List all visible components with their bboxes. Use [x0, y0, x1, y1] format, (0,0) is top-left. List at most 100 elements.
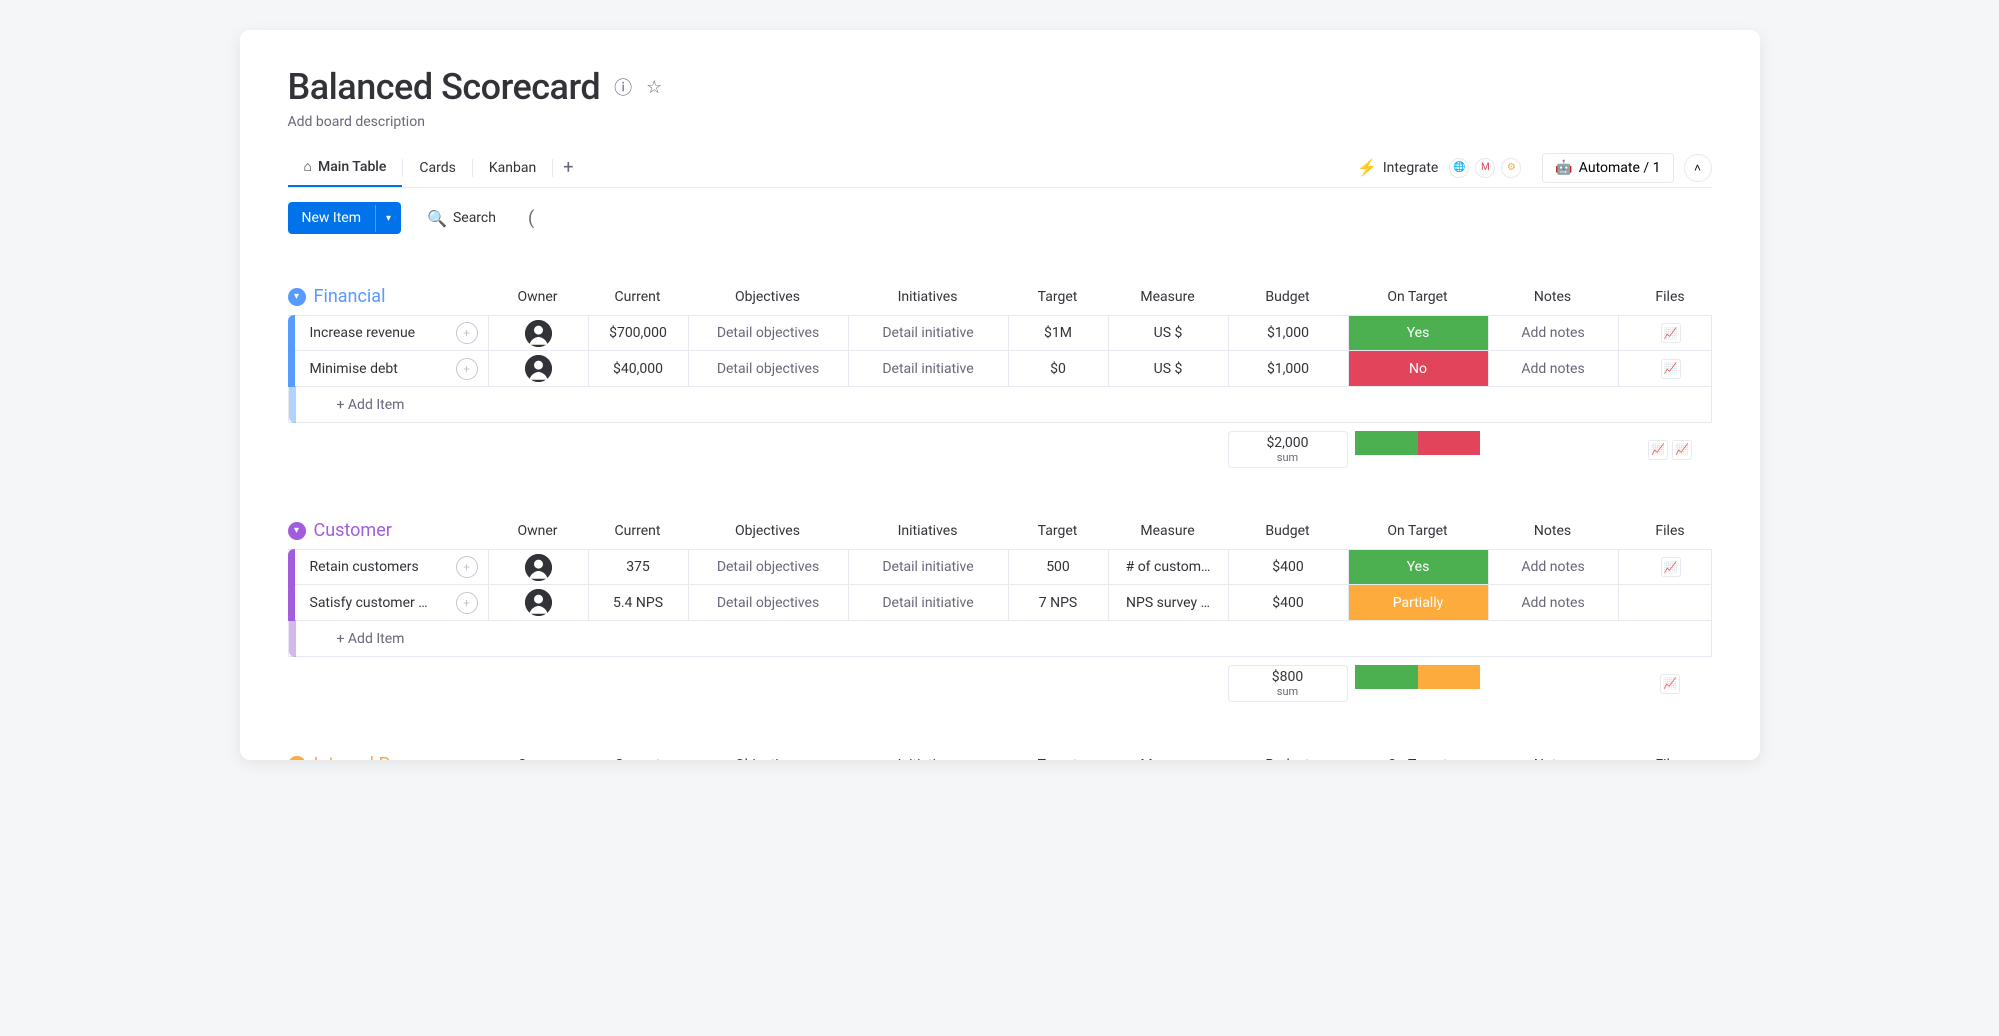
status-distribution-bar[interactable] — [1355, 665, 1480, 689]
cell-on-target[interactable]: Yes — [1348, 550, 1488, 584]
new-item-dropdown-caret[interactable]: ▾ — [375, 205, 401, 232]
cell-measure[interactable]: # of custom… — [1108, 550, 1228, 584]
column-header-owner[interactable]: Owner — [488, 289, 588, 305]
open-updates-icon[interactable]: + — [456, 358, 478, 380]
add-item-row[interactable]: + Add Item — [288, 387, 1712, 423]
cell-files[interactable]: 📈 — [1618, 550, 1723, 584]
column-header-target[interactable]: Target — [1008, 523, 1108, 539]
group-collapse-caret[interactable]: ▾ — [288, 756, 306, 761]
column-header-target[interactable]: Target — [1008, 289, 1108, 305]
column-header-current[interactable]: Current — [588, 289, 688, 305]
column-header-objectives[interactable]: Objectives — [688, 523, 848, 539]
column-header-measure[interactable]: Measure — [1108, 523, 1228, 539]
search-button[interactable]: 🔍 Search — [427, 209, 496, 228]
cell-initiatives[interactable]: Detail initiative — [848, 550, 1008, 584]
column-header-budget[interactable]: Budget — [1228, 289, 1348, 305]
column-header-on-target[interactable]: On Target — [1348, 757, 1488, 761]
cell-budget[interactable]: $400 — [1228, 585, 1348, 620]
favorite-star-icon[interactable]: ☆ — [646, 77, 662, 98]
cell-owner[interactable] — [488, 351, 588, 386]
column-header-files[interactable]: Files — [1618, 523, 1723, 539]
cell-notes[interactable]: Add notes — [1488, 351, 1618, 386]
person-filter-button[interactable]: ( — [528, 208, 534, 229]
status-distribution-bar[interactable] — [1355, 431, 1480, 455]
open-updates-icon[interactable]: + — [456, 592, 478, 614]
cell-current[interactable]: 375 — [588, 550, 688, 584]
cell-notes[interactable]: Add notes — [1488, 585, 1618, 620]
add-item-row[interactable]: + Add Item — [288, 621, 1712, 657]
add-view-button[interactable]: + — [553, 157, 583, 178]
new-item-button[interactable]: New Item ▾ — [288, 202, 402, 234]
column-header-objectives[interactable]: Objectives — [688, 289, 848, 305]
file-thumb[interactable]: 📈 — [1648, 440, 1668, 460]
info-icon[interactable]: ⓘ — [614, 74, 632, 100]
cell-notes[interactable]: Add notes — [1488, 550, 1618, 584]
item-name-cell[interactable]: Increase revenue + — [288, 316, 488, 350]
open-updates-icon[interactable]: + — [456, 556, 478, 578]
integrate-button[interactable]: Integrate — [1383, 160, 1439, 176]
column-header-notes[interactable]: Notes — [1488, 523, 1618, 539]
column-header-target[interactable]: Target — [1008, 757, 1108, 761]
cell-objectives[interactable]: Detail objectives — [688, 316, 848, 350]
cell-objectives[interactable]: Detail objectives — [688, 351, 848, 386]
column-header-files[interactable]: Files — [1618, 289, 1723, 305]
item-name-cell[interactable]: Minimise debt + — [288, 351, 488, 386]
cell-on-target[interactable]: No — [1348, 351, 1488, 386]
column-header-current[interactable]: Current — [588, 757, 688, 761]
tab-kanban[interactable]: Kanban — [473, 150, 552, 186]
column-header-files[interactable]: Files — [1618, 757, 1723, 761]
cell-target[interactable]: 500 — [1008, 550, 1108, 584]
column-header-notes[interactable]: Notes — [1488, 757, 1618, 761]
column-header-owner[interactable]: Owner — [488, 757, 588, 761]
automate-button[interactable]: 🤖 Automate / 1 — [1542, 153, 1673, 183]
group-collapse-caret[interactable]: ▾ — [288, 522, 306, 540]
cell-on-target[interactable]: Yes — [1348, 316, 1488, 350]
column-header-budget[interactable]: Budget — [1228, 523, 1348, 539]
integration-hubspot-icon[interactable]: ⚙ — [1501, 158, 1521, 178]
file-thumb[interactable]: 📈 — [1661, 323, 1681, 343]
column-header-on-target[interactable]: On Target — [1348, 523, 1488, 539]
tab-cards[interactable]: Cards — [403, 150, 471, 186]
column-header-budget[interactable]: Budget — [1228, 757, 1348, 761]
cell-initiatives[interactable]: Detail initiative — [848, 351, 1008, 386]
cell-files[interactable]: 📈 — [1618, 316, 1723, 350]
column-header-initiatives[interactable]: Initiatives — [848, 523, 1008, 539]
column-header-measure[interactable]: Measure — [1108, 757, 1228, 761]
cell-target[interactable]: $0 — [1008, 351, 1108, 386]
cell-files[interactable] — [1618, 585, 1723, 620]
open-updates-icon[interactable]: + — [456, 322, 478, 344]
file-thumb[interactable]: 📈 — [1661, 359, 1681, 379]
group-name[interactable]: Customer — [314, 520, 392, 541]
item-name-cell[interactable]: Satisfy customer … + — [288, 585, 488, 620]
board-description-placeholder[interactable]: Add board description — [288, 114, 1712, 130]
cell-owner[interactable] — [488, 550, 588, 584]
cell-measure[interactable]: US $ — [1108, 351, 1228, 386]
group-name[interactable]: Financial — [314, 286, 386, 307]
cell-budget[interactable]: $1,000 — [1228, 316, 1348, 350]
integration-gmail-icon[interactable]: M — [1475, 158, 1495, 178]
cell-initiatives[interactable]: Detail initiative — [848, 585, 1008, 620]
cell-measure[interactable]: US $ — [1108, 316, 1228, 350]
cell-files[interactable]: 📈 — [1618, 351, 1723, 386]
cell-current[interactable]: 5.4 NPS — [588, 585, 688, 620]
group-name[interactable]: Internal Processes — [314, 754, 463, 760]
tab-main-table[interactable]: ⌂ Main Table — [288, 148, 403, 187]
column-header-measure[interactable]: Measure — [1108, 289, 1228, 305]
column-header-objectives[interactable]: Objectives — [688, 757, 848, 761]
file-thumb[interactable]: 📈 — [1672, 440, 1692, 460]
column-header-on-target[interactable]: On Target — [1348, 289, 1488, 305]
column-header-owner[interactable]: Owner — [488, 523, 588, 539]
cell-objectives[interactable]: Detail objectives — [688, 550, 848, 584]
cell-owner[interactable] — [488, 316, 588, 350]
column-header-notes[interactable]: Notes — [1488, 289, 1618, 305]
cell-budget[interactable]: $1,000 — [1228, 351, 1348, 386]
cell-current[interactable]: $40,000 — [588, 351, 688, 386]
collapse-header-button[interactable]: ˄ — [1684, 154, 1712, 182]
cell-initiatives[interactable]: Detail initiative — [848, 316, 1008, 350]
item-name-cell[interactable]: Retain customers + — [288, 550, 488, 584]
cell-budget[interactable]: $400 — [1228, 550, 1348, 584]
cell-owner[interactable] — [488, 585, 588, 620]
integration-app-icon[interactable]: 🌐 — [1449, 158, 1469, 178]
cell-current[interactable]: $700,000 — [588, 316, 688, 350]
file-thumb[interactable]: 📈 — [1661, 557, 1681, 577]
